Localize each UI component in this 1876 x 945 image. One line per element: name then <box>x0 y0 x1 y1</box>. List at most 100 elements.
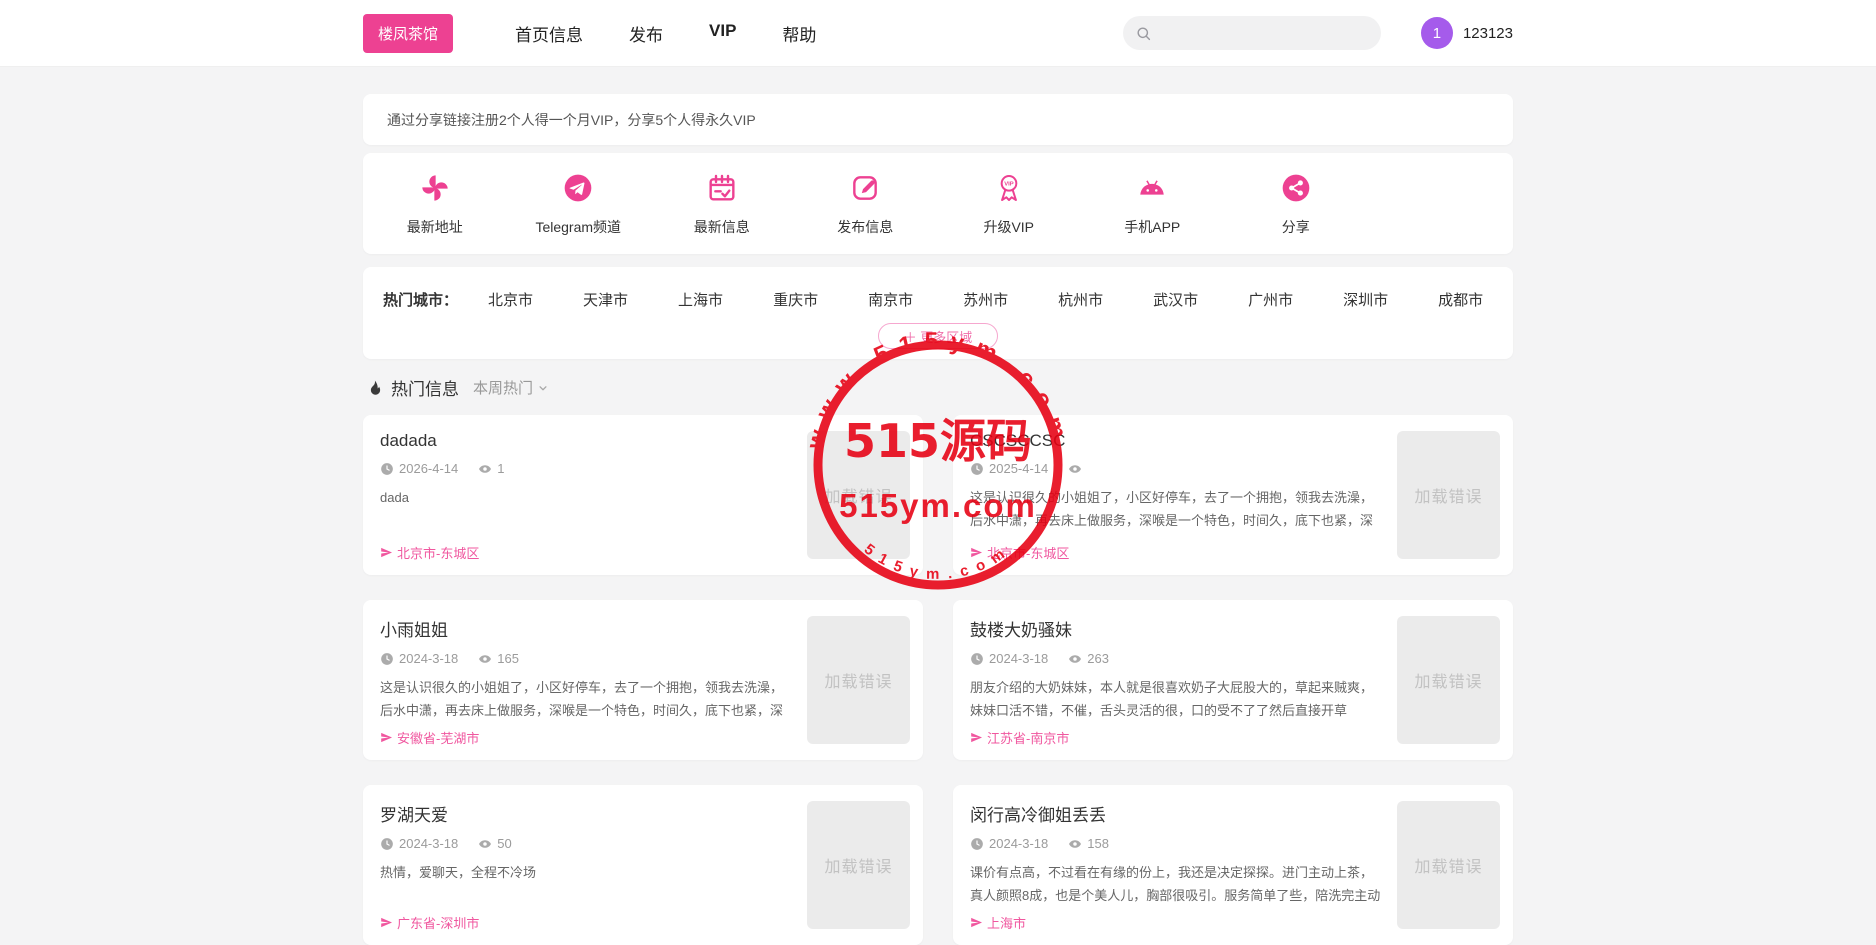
city-link[interactable]: 南京市 <box>868 289 913 310</box>
clock-icon <box>380 652 394 666</box>
city-link[interactable]: 北京市 <box>488 289 533 310</box>
quick-link-label: 最新地址 <box>407 217 463 237</box>
clock-icon <box>970 837 984 851</box>
svg-text:VIP: VIP <box>1004 182 1014 188</box>
android-icon <box>1136 172 1168 204</box>
section-title: 热门信息 <box>391 375 459 400</box>
nav-publish[interactable]: 发布 <box>629 21 663 46</box>
listing-date: 2025-4-14 <box>989 461 1048 476</box>
city-link[interactable]: 天津市 <box>583 289 628 310</box>
calendar-check-icon <box>706 172 738 204</box>
eye-icon <box>1068 837 1082 851</box>
eye-icon <box>1068 652 1082 666</box>
listing-title: 小雨姐姐 <box>380 616 791 641</box>
listing-title: 闵行高冷御姐丢丢 <box>970 801 1381 826</box>
city-link[interactable]: 苏州市 <box>963 289 1008 310</box>
filter-label: 本周热门 <box>473 377 533 398</box>
quick-links-bar: 最新地址 Telegram频道 最新信息 <box>363 153 1513 254</box>
listing-grid: dadada 2026-4-14 1 dada 北京市-东城区 加载错误 CSC… <box>363 415 1513 945</box>
listing-thumbnail-error: 加载错误 <box>1397 431 1500 559</box>
listing-excerpt: 热情，爱聊天，全程不冷场 <box>380 861 791 884</box>
quick-link-label: 最新信息 <box>694 217 750 237</box>
hot-cities-label: 热门城市： <box>383 289 458 310</box>
clock-icon <box>380 462 394 476</box>
listing-views: 165 <box>497 651 519 666</box>
listing-excerpt: dada <box>380 486 791 509</box>
listing-location[interactable]: 上海市 <box>987 913 1026 932</box>
city-link[interactable]: 重庆市 <box>773 289 818 310</box>
more-regions-button[interactable]: ＋ 更多区域 <box>878 323 998 349</box>
paper-plane-icon <box>380 546 393 559</box>
quick-link-publish-info[interactable]: 发布信息 <box>794 172 938 237</box>
eye-icon <box>1068 462 1082 476</box>
listing-thumbnail-error: 加载错误 <box>807 431 910 559</box>
quick-link-share[interactable]: 分享 <box>1224 172 1368 237</box>
quick-link-latest-info[interactable]: 最新信息 <box>650 172 794 237</box>
listing-card[interactable]: 罗湖天爱 2024-3-18 50 热情，爱聊天，全程不冷场 广东省-深圳市 加… <box>363 785 923 945</box>
listing-location[interactable]: 安徽省-芜湖市 <box>397 728 479 747</box>
city-link[interactable]: 广州市 <box>1248 289 1293 310</box>
clock-icon <box>970 462 984 476</box>
paper-plane-icon <box>970 916 983 929</box>
search-bar[interactable] <box>1123 16 1381 50</box>
hot-cities-bar: 热门城市： 北京市 天津市 上海市 重庆市 南京市 苏州市 杭州市 武汉市 广州… <box>363 267 1513 359</box>
listing-card[interactable]: 小雨姐姐 2024-3-18 165 这是认识很久的小姐姐了，小区好停车，去了一… <box>363 600 923 760</box>
quick-link-telegram[interactable]: Telegram频道 <box>507 172 651 237</box>
listing-excerpt: 这是认识很久的小姐姐了，小区好停车，去了一个拥抱，领我去洗澡，后水中潇，再去床上… <box>970 486 1381 533</box>
announcement-text: 通过分享链接注册2个人得一个月VIP，分享5个人得永久VIP <box>387 110 756 130</box>
search-icon <box>1135 25 1152 42</box>
listing-card[interactable]: 闵行高冷御姐丢丢 2024-3-18 158 课价有点高，不过看在有缘的份上，我… <box>953 785 1513 945</box>
listing-date: 2024-3-18 <box>989 836 1048 851</box>
listing-thumbnail-error: 加载错误 <box>1397 801 1500 929</box>
listing-card[interactable]: dadada 2026-4-14 1 dada 北京市-东城区 加载错误 <box>363 415 923 575</box>
username: 123123 <box>1463 25 1513 42</box>
listing-thumbnail-error: 加载错误 <box>807 801 910 929</box>
site-logo[interactable]: 楼凤茶馆 <box>363 14 453 53</box>
search-input[interactable] <box>1159 24 1369 42</box>
listing-card[interactable]: 鼓楼大奶骚妹 2024-3-18 263 朋友介绍的大奶妹妹，本人就是很喜欢奶子… <box>953 600 1513 760</box>
city-link[interactable]: 上海市 <box>678 289 723 310</box>
listing-views: 263 <box>1087 651 1109 666</box>
quick-link-upgrade-vip[interactable]: VIP 升级VIP <box>937 172 1081 237</box>
quick-link-mobile-app[interactable]: 手机APP <box>1081 172 1225 237</box>
listing-location[interactable]: 广东省-深圳市 <box>397 913 479 932</box>
eye-icon <box>478 837 492 851</box>
user-menu[interactable]: 1 123123 <box>1421 17 1513 49</box>
header: 楼凤茶馆 首页信息 发布 VIP 帮助 1 123123 <box>0 0 1876 67</box>
listing-views: 50 <box>497 836 511 851</box>
city-link[interactable]: 深圳市 <box>1343 289 1388 310</box>
eye-icon <box>478 652 492 666</box>
chevron-down-icon <box>536 381 550 395</box>
quick-link-label: Telegram频道 <box>535 217 621 237</box>
listing-title: 鼓楼大奶骚妹 <box>970 616 1381 641</box>
listing-location[interactable]: 北京市-东城区 <box>987 543 1069 562</box>
listing-title: dadada <box>380 431 791 451</box>
hot-info-header: 热门信息 本周热门 <box>365 375 1511 400</box>
quick-link-label: 发布信息 <box>837 217 893 237</box>
nav-home-info[interactable]: 首页信息 <box>515 21 583 46</box>
clock-icon <box>970 652 984 666</box>
city-link[interactable]: 成都市 <box>1438 289 1483 310</box>
quick-link-latest-address[interactable]: 最新地址 <box>363 172 507 237</box>
announcement-bar: 通过分享链接注册2个人得一个月VIP，分享5个人得永久VIP <box>363 94 1513 145</box>
listing-date: 2024-3-18 <box>399 836 458 851</box>
listing-card[interactable]: CSCSCCSC 2025-4-14 这是认识很久的小姐姐了，小区好停车，去了一… <box>953 415 1513 575</box>
paper-plane-icon <box>970 731 983 744</box>
nav-vip[interactable]: VIP <box>709 21 736 46</box>
city-link[interactable]: 杭州市 <box>1058 289 1103 310</box>
city-link[interactable]: 武汉市 <box>1153 289 1198 310</box>
listing-excerpt: 朋友介绍的大奶妹妹，本人就是很喜欢奶子大屁股大的，草起来贼爽，妹妹口活不错，不催… <box>970 676 1381 722</box>
city-list: 北京市 天津市 上海市 重庆市 南京市 苏州市 杭州市 武汉市 广州市 深圳市 … <box>488 289 1483 310</box>
pinwheel-icon <box>419 172 451 204</box>
nav-help[interactable]: 帮助 <box>782 21 816 46</box>
listing-location[interactable]: 北京市-东城区 <box>397 543 479 562</box>
listing-views: 158 <box>1087 836 1109 851</box>
avatar[interactable]: 1 <box>1421 17 1453 49</box>
listing-thumbnail-error: 加载错误 <box>1397 616 1500 744</box>
listing-location[interactable]: 江苏省-南京市 <box>987 728 1069 747</box>
listing-date: 2026-4-14 <box>399 461 458 476</box>
filter-dropdown[interactable]: 本周热门 <box>473 377 550 398</box>
listing-date: 2024-3-18 <box>399 651 458 666</box>
listing-views: 1 <box>497 461 504 476</box>
edit-icon <box>849 172 881 204</box>
